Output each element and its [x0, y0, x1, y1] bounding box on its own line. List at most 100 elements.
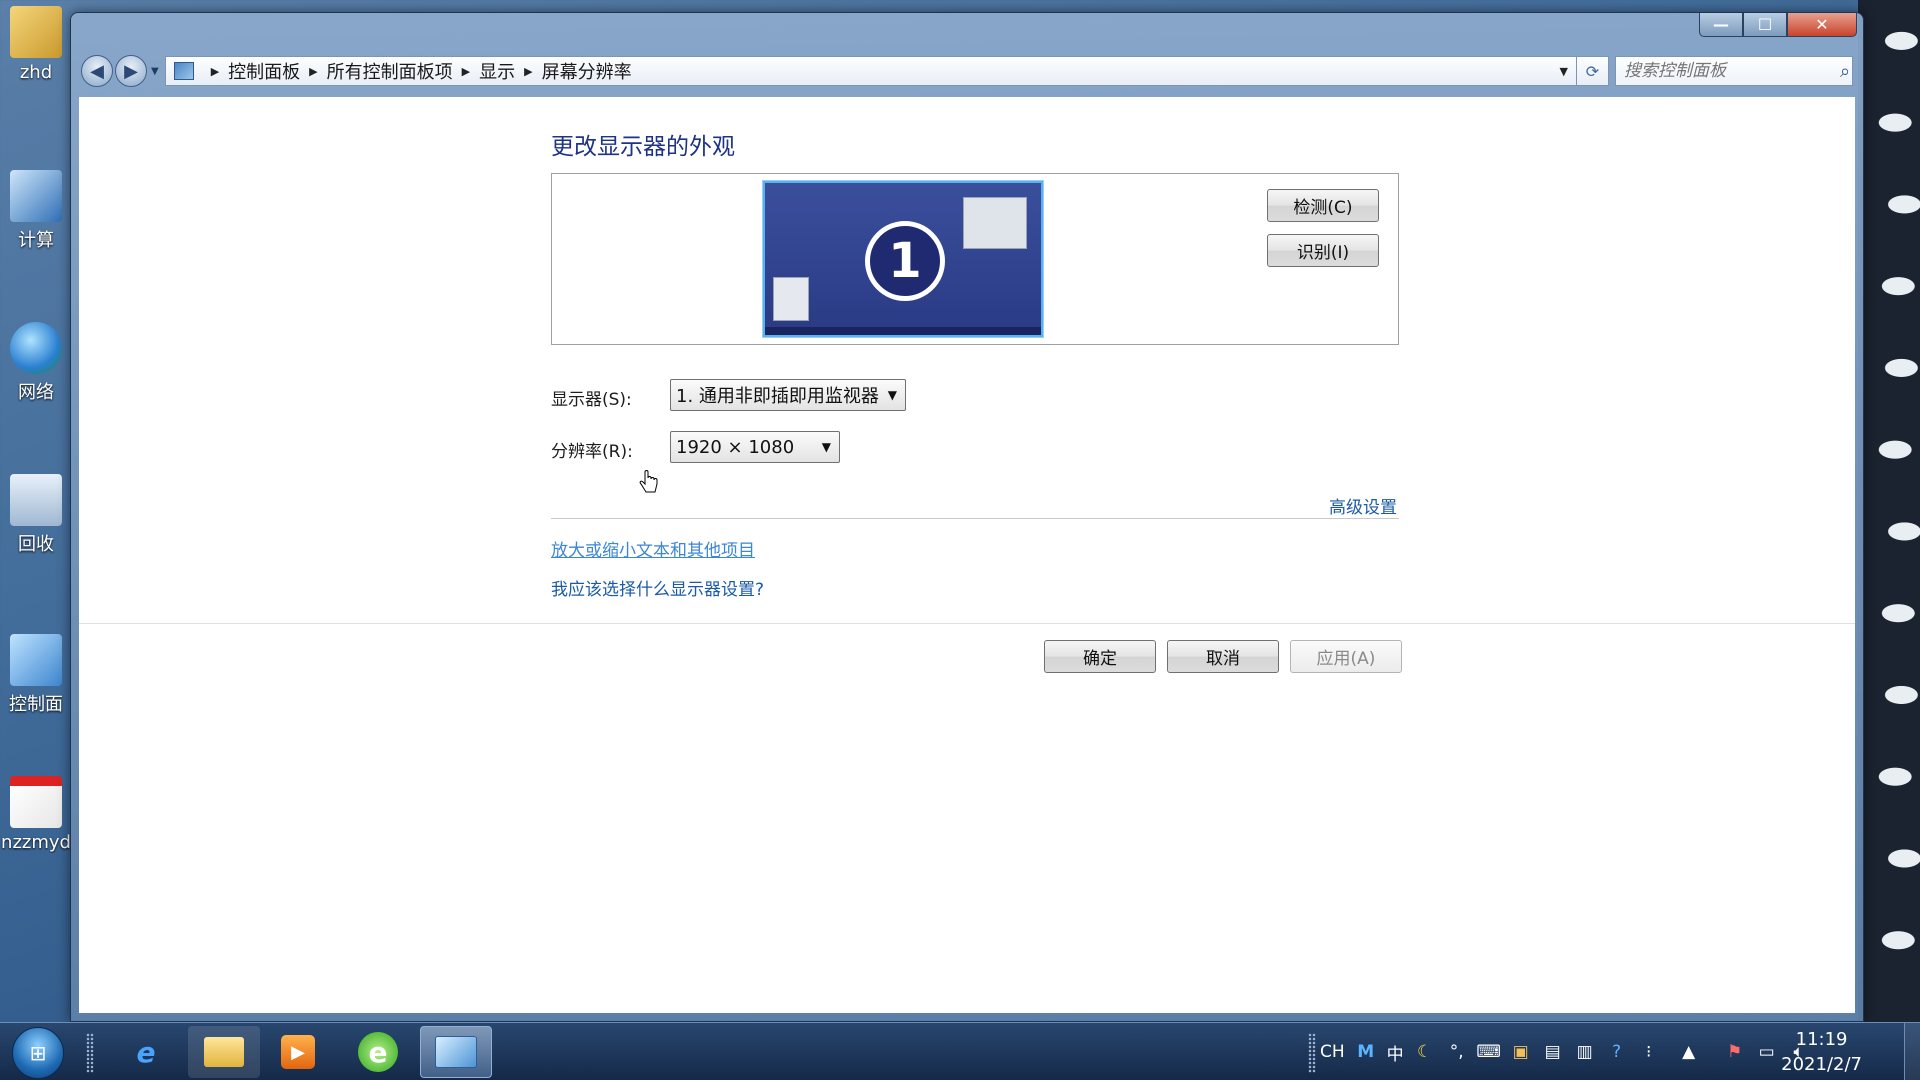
punctuation-icon[interactable]: °,: [1446, 1041, 1468, 1063]
maximize-button[interactable]: ☐: [1743, 13, 1787, 37]
screen-resolution-window: — ☐ ✕ ◀ ▶ ▼ ▶ 控制面板 ▶ 所有控制面板项 ▶ 显示 ▶ 屏幕分辨…: [70, 12, 1864, 1022]
footer-divider: [79, 623, 1855, 624]
address-bar[interactable]: ▶ 控制面板 ▶ 所有控制面板项 ▶ 显示 ▶ 屏幕分辨率 ▼: [164, 56, 1577, 86]
identify-button[interactable]: 识别(I): [1267, 234, 1379, 267]
desktop-icon-label: zhd: [19, 62, 53, 83]
section-divider: [551, 518, 1399, 519]
ime-m-icon[interactable]: M: [1355, 1041, 1377, 1063]
taskbar-media-player[interactable]: ▶: [262, 1026, 334, 1078]
mini-taskbar: [765, 327, 1041, 335]
ok-button[interactable]: 确定: [1044, 640, 1156, 673]
hand-cursor-icon: [639, 470, 658, 493]
windows-logo-icon: ⊞: [29, 1041, 47, 1065]
taskbar-control-panel[interactable]: [420, 1026, 492, 1078]
media-player-icon: ▶: [281, 1035, 315, 1069]
desktop-icon-label: 回收: [18, 534, 54, 555]
control-panel-icon: [435, 1036, 477, 1068]
monitor-1-thumbnail[interactable]: 1: [763, 181, 1043, 337]
desktop-icon-pdf[interactable]: nzzmyd: [0, 776, 72, 876]
start-button[interactable]: ⊞: [12, 1027, 64, 1079]
folder-icon: [204, 1037, 244, 1067]
taskbar-clock[interactable]: 11:19 2021/2/7: [1781, 1027, 1862, 1077]
recent-pages-dropdown[interactable]: ▼: [151, 66, 159, 77]
page-title: 更改显示器的外观: [551, 134, 735, 160]
desktop-icon-label: 计算: [18, 230, 54, 251]
desktop-icon-recycle-bin[interactable]: 回收: [0, 474, 72, 574]
desktop-wallpaper: [1858, 0, 1920, 1022]
back-button[interactable]: ◀: [81, 55, 113, 87]
refresh-icon: ⟳: [1585, 61, 1600, 81]
close-button[interactable]: ✕: [1787, 13, 1857, 37]
desktop-icon-label: nzzmyd: [1, 832, 71, 853]
search-icon[interactable]: ⌕: [1840, 61, 1850, 82]
ime-mode-indicator[interactable]: 中: [1387, 1040, 1404, 1065]
breadcrumb-display[interactable]: 显示: [479, 58, 515, 84]
tray-settings-icon[interactable]: ⁝: [1638, 1041, 1660, 1063]
forward-button[interactable]: ▶: [115, 55, 147, 87]
search-box[interactable]: ⌕: [1615, 56, 1853, 86]
action-center-flag-icon[interactable]: ⚑: [1724, 1041, 1746, 1063]
desktop-icon-label: 控制面: [9, 694, 63, 715]
window-controls: — ☐ ✕: [1699, 13, 1857, 37]
computer-icon: [10, 170, 62, 222]
taskbar: ⊞ e ▶ e CH M 中 ☾ °, ⌨ ▣ ▤ ▥ ? ⁝ ▲ ⚑ ▭ 🔈︎…: [0, 1022, 1920, 1080]
breadcrumb-screen-resolution[interactable]: 屏幕分辨率: [542, 58, 632, 84]
breadcrumb-separator-icon[interactable]: ▶: [462, 65, 470, 78]
breadcrumb-control-panel[interactable]: 控制面板: [228, 58, 300, 84]
display-select-value: 1. 通用非即插即用监视器: [676, 386, 879, 407]
control-panel-icon: [10, 634, 62, 686]
network-status-icon[interactable]: ▭: [1756, 1041, 1778, 1063]
taskbar-grip[interactable]: [86, 1033, 94, 1073]
breadcrumb-separator-icon[interactable]: ▶: [211, 65, 219, 78]
desktop-icon-control-panel[interactable]: 控制面: [0, 634, 72, 734]
which-settings-link[interactable]: 我应该选择什么显示器设置?: [551, 575, 764, 600]
taskbar-browser[interactable]: e: [342, 1026, 414, 1078]
system-tray: CH M 中 ☾ °, ⌨ ▣ ▤ ▥ ? ⁝ ▲ ⚑ ▭ 🔈︎: [1320, 1023, 1810, 1080]
toolbox-icon[interactable]: ▣: [1510, 1041, 1532, 1063]
resolution-label: 分辨率(R):: [551, 442, 633, 462]
forward-arrow-icon: ▶: [124, 60, 138, 82]
text-size-link[interactable]: 放大或缩小文本和其他项目: [551, 536, 755, 561]
detect-button[interactable]: 检测(C): [1267, 189, 1379, 222]
taskbar-file-explorer[interactable]: [188, 1026, 260, 1078]
desktop-icon-user[interactable]: zhd: [0, 6, 72, 106]
taskbar-internet-explorer[interactable]: e: [110, 1026, 182, 1078]
cancel-button[interactable]: 取消: [1167, 640, 1279, 673]
pdf-file-icon: [10, 776, 62, 828]
internet-explorer-icon: e: [136, 1035, 156, 1069]
help-icon[interactable]: ?: [1606, 1041, 1628, 1063]
breadcrumb-separator-icon[interactable]: ▶: [309, 65, 317, 78]
keyboard-icon[interactable]: ⌨: [1476, 1041, 1501, 1063]
advanced-settings-link[interactable]: 高级设置: [1329, 493, 1397, 518]
recycle-bin-icon: [10, 474, 62, 526]
content-area: 更改显示器的外观 1 检测(C) 识别(I) 显示器(S): 1. 通用非即插即…: [79, 97, 1855, 1013]
network-icon: [10, 322, 62, 374]
desktop-icon-network[interactable]: 网络: [0, 322, 72, 422]
tray-grip[interactable]: [1308, 1033, 1316, 1073]
back-arrow-icon: ◀: [90, 60, 104, 82]
resolution-select[interactable]: 1920 × 1080 ▼: [670, 431, 840, 463]
chevron-down-icon: ▼: [821, 440, 831, 454]
display-label: 显示器(S):: [551, 390, 632, 410]
apply-button[interactable]: 应用(A): [1290, 640, 1402, 673]
chevron-down-icon: ▼: [887, 388, 897, 402]
green-browser-icon: e: [358, 1032, 398, 1072]
document-icon[interactable]: ▤: [1542, 1041, 1564, 1063]
minimize-button[interactable]: —: [1699, 13, 1743, 37]
address-history-dropdown[interactable]: ▼: [1560, 65, 1568, 78]
display-select[interactable]: 1. 通用非即插即用监视器 ▼: [670, 379, 906, 411]
breadcrumb-separator-icon[interactable]: ▶: [524, 65, 532, 78]
clock-date: 2021/2/7: [1781, 1054, 1862, 1075]
refresh-button[interactable]: ⟳: [1577, 56, 1609, 86]
monitor-number-badge: 1: [865, 221, 945, 301]
search-input[interactable]: [1624, 61, 1840, 81]
show-hidden-icons-chevron-icon[interactable]: ▲: [1678, 1041, 1700, 1063]
moon-icon[interactable]: ☾: [1414, 1041, 1436, 1063]
monitor-preview-panel: 1 检测(C) 识别(I): [551, 173, 1399, 345]
desktop-icon-computer[interactable]: 计算: [0, 170, 72, 270]
user-folder-icon: [10, 6, 62, 58]
ime-language-indicator[interactable]: CH: [1320, 1042, 1345, 1062]
notepad-icon[interactable]: ▥: [1574, 1041, 1596, 1063]
breadcrumb-all-items[interactable]: 所有控制面板项: [327, 58, 453, 84]
show-desktop-button[interactable]: [1904, 1023, 1920, 1080]
